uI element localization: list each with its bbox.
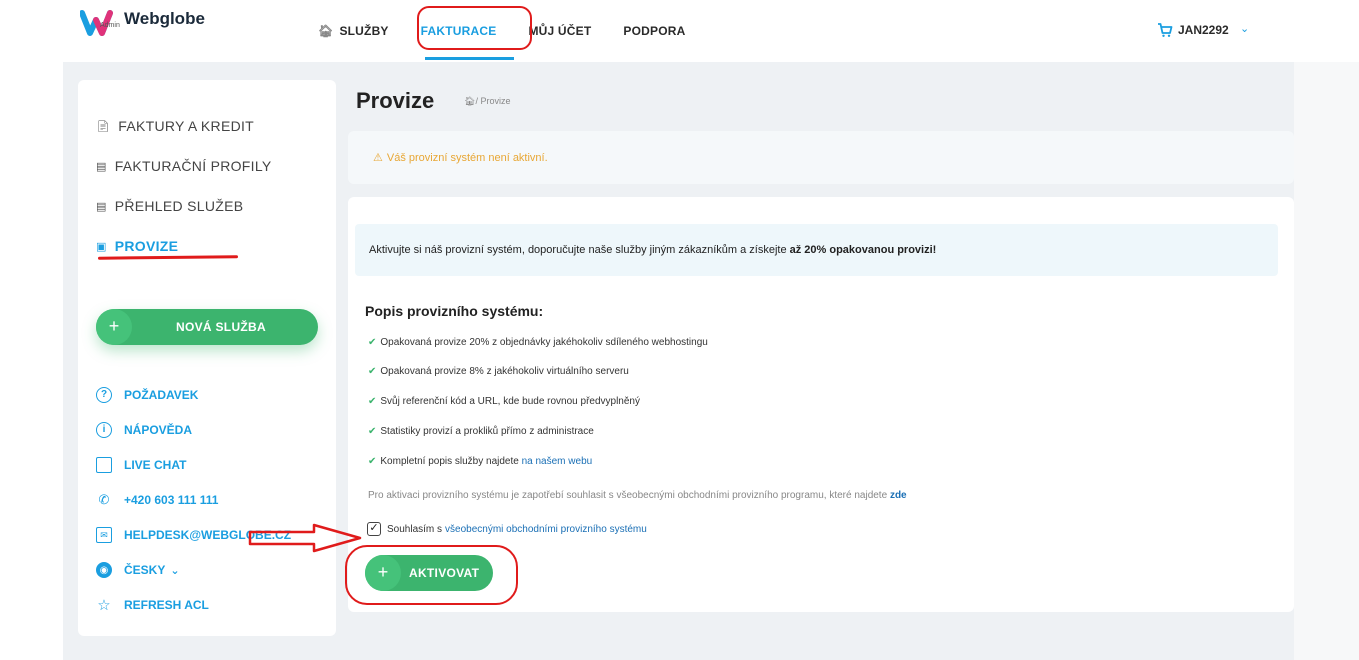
help-item-label: REFRESH ACL	[124, 598, 209, 612]
brand-logo[interactable]: Webglobe	[80, 10, 205, 36]
nav-podpora[interactable]: PODPORA	[623, 24, 685, 38]
checkbox-label: Souhlasím s	[387, 523, 443, 535]
info-text: Aktivujte si náš provizní systém, doporu…	[369, 244, 936, 256]
feature-text: Opakovaná provize 20% z objednávky jakéh…	[380, 337, 708, 348]
annotation-circle-activate	[345, 545, 518, 605]
brand-subtitle: Admin	[100, 22, 120, 29]
check-icon: ✔	[368, 456, 377, 467]
page-title: Provize	[356, 88, 435, 113]
terms-link[interactable]: všeobecnými obchodními provizního systém…	[445, 524, 647, 535]
help-item-label: +420 603 111 111	[124, 493, 219, 507]
help-item-label: LIVE CHAT	[124, 458, 187, 472]
sidebar-item-label: PŘEHLED SLUŽEB	[114, 198, 244, 214]
star-icon: ☆	[97, 597, 111, 614]
sidebar-item-label: FAKTURY A KREDIT	[118, 118, 255, 134]
help-item-live-chat[interactable]: LIVE CHAT	[96, 457, 186, 473]
brand-name: Webglobe	[124, 9, 205, 28]
globe-icon: ◉	[96, 562, 112, 578]
sidebar-item-profily[interactable]: ▤ FAKTURAČNÍ PROFILY	[96, 158, 272, 174]
home-icon: 🏠︎	[318, 24, 334, 38]
help-item-label: NÁPOVĚDA	[124, 423, 193, 437]
feature-item: ✔ Kompletní popis služby najdete na našem…	[368, 456, 592, 467]
info-box: Aktivujte si náš provizní systém, doporu…	[355, 224, 1278, 276]
terms-here-link[interactable]: zde	[890, 490, 907, 501]
feature-item: ✔ Svůj referenční kód a URL, kde bude rov…	[368, 396, 640, 407]
top-header: Webglobe Admin 🏠︎ SLUŽBY FAKTURACE MŮJ Ú…	[0, 0, 1359, 62]
help-item-pozadavek[interactable]: ? POŽADAVEK	[96, 387, 198, 403]
chat-icon	[96, 457, 112, 473]
sidebar-item-faktury[interactable]: 📄︎ FAKTURY A KREDIT	[96, 118, 254, 134]
help-item-language[interactable]: ◉ ČESKY ⌄	[96, 562, 180, 578]
feature-text: Svůj referenční kód a URL, kde bude rovn…	[380, 396, 640, 407]
active-nav-underline	[425, 57, 514, 60]
warning-icon: ⚠	[373, 152, 383, 164]
invoice-icon: 📄︎	[96, 120, 111, 133]
new-service-label: NOVÁ SLUŽBA	[176, 320, 266, 334]
help-item-refresh-acl[interactable]: ☆ REFRESH ACL	[96, 597, 209, 614]
cart-icon[interactable]	[1157, 22, 1173, 38]
feature-item: ✔ Opakovaná provize 20% z objednávky jaké…	[368, 337, 708, 348]
agree-row: ✓ Souhlasím s všeobecnými obchodními pro…	[367, 522, 647, 536]
home-icon[interactable]: 🏠︎	[464, 96, 475, 106]
annotation-underline-provize	[97, 255, 239, 260]
feature-text: Kompletní popis služby najdete	[380, 456, 522, 467]
nav-sluzby-label: SLUŽBY	[339, 24, 389, 38]
plus-icon: +	[96, 309, 132, 345]
sidebar-item-label: PROVIZE	[114, 238, 179, 254]
sidebar-item-provize[interactable]: ▣ PROVIZE	[96, 238, 178, 254]
chevron-down-icon[interactable]: ⌄	[1240, 22, 1249, 35]
annotation-arrow	[248, 523, 362, 553]
alert-message: ⚠ Váš provizní systém není aktivní.	[373, 151, 548, 164]
agreement-note-text: Pro aktivaci provizního systému je zapot…	[368, 490, 890, 501]
alert-text: Váš provizní systém není aktivní.	[386, 152, 548, 164]
nav-muj-ucet-label: MŮJ ÚČET	[528, 24, 592, 38]
check-icon: ✔	[368, 337, 377, 348]
breadcrumb: 🏠︎/ Provize	[464, 96, 510, 107]
sidebar-item-prehled[interactable]: ▤ PŘEHLED SLUŽEB	[96, 198, 243, 214]
nav-podpora-label: PODPORA	[623, 24, 686, 38]
chevron-down-icon: ⌄	[170, 564, 180, 577]
info-icon: i	[96, 422, 112, 438]
help-item-napoveda[interactable]: i NÁPOVĚDA	[96, 422, 192, 438]
section-title: Popis provizního systému:	[365, 303, 544, 319]
web-link[interactable]: na našem webu	[522, 456, 593, 467]
feature-item: ✔ Statistiky provizí a prokliků přímo z a…	[368, 426, 594, 437]
help-item-label: POŽADAVEK	[124, 388, 199, 402]
user-menu[interactable]: JAN2292	[1178, 23, 1229, 37]
help-item-phone[interactable]: ✆ +420 603 111 111	[96, 492, 219, 508]
info-text-bold: až 20% opakovanou provizi!	[789, 244, 937, 256]
agree-checkbox[interactable]: ✓	[367, 522, 381, 536]
list-icon: ▤	[96, 200, 107, 213]
nav-sluzby[interactable]: 🏠︎ SLUŽBY	[318, 24, 389, 38]
annotation-circle-fakturace	[417, 6, 532, 50]
help-item-label: ČESKY	[124, 563, 166, 577]
right-gutter	[1294, 62, 1359, 660]
question-icon: ?	[96, 387, 112, 403]
mail-icon: ✉	[96, 527, 112, 543]
nav-muj-ucet[interactable]: MŮJ ÚČET	[528, 24, 591, 38]
commission-icon: ▣	[96, 240, 107, 253]
info-text-main: Aktivujte si náš provizní systém, doporu…	[369, 244, 790, 256]
status-alert: ⚠ Váš provizní systém není aktivní.	[348, 131, 1294, 184]
check-icon: ✔	[368, 396, 377, 407]
breadcrumb-current: / Provize	[475, 96, 511, 106]
feature-text: Statistiky provizí a prokliků přímo z ad…	[380, 426, 594, 437]
new-service-button[interactable]: + NOVÁ SLUŽBA	[96, 309, 318, 345]
check-icon: ✔	[368, 366, 377, 377]
profile-card-icon: ▤	[96, 160, 107, 173]
feature-item: ✔ Opakovaná provize 8% z jakéhokoliv virt…	[368, 366, 629, 377]
check-icon: ✔	[368, 426, 377, 437]
sidebar-item-label: FAKTURAČNÍ PROFILY	[114, 158, 272, 174]
feature-text: Opakovaná provize 8% z jakéhokoliv virtu…	[380, 366, 629, 377]
phone-icon: ✆	[98, 492, 110, 507]
agreement-note: Pro aktivaci provizního systému je zapot…	[368, 490, 907, 501]
